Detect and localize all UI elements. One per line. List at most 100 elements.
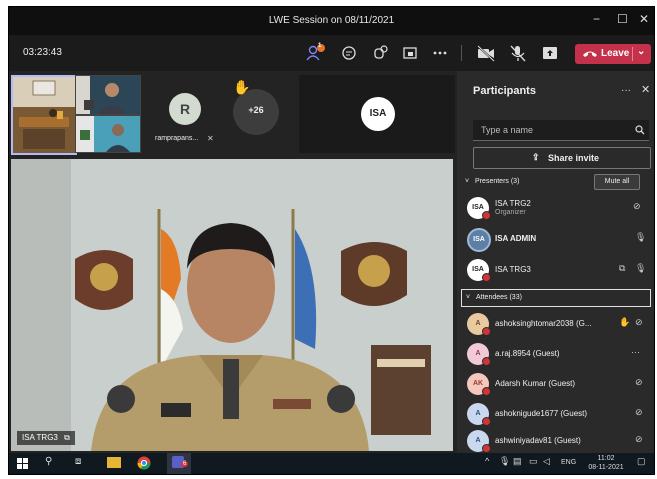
- title-bar: LWE Session on 08/11/2021 − ☐ ✕: [9, 7, 654, 35]
- status-dot: [482, 357, 491, 366]
- toolbar-divider: [461, 45, 462, 61]
- panel-close-icon[interactable]: ✕: [641, 83, 650, 96]
- chevron-down-icon: ˅: [466, 294, 471, 301]
- participants-panel: Participants ··· ✕ Type a name ⇪ Share i…: [457, 71, 654, 453]
- maximize-button[interactable]: ☐: [617, 12, 628, 26]
- volume-icon[interactable]: ◁: [543, 456, 550, 467]
- chevron-down-icon[interactable]: ⌄: [637, 46, 645, 57]
- overflow-participants[interactable]: ✋ +26: [233, 79, 279, 135]
- avatar-tile-ramprapans[interactable]: R ramprapans... ✕: [151, 75, 221, 153]
- people-badge: 1: [318, 43, 322, 49]
- leave-button[interactable]: Leave ⌄: [575, 44, 651, 64]
- status-dot: [482, 273, 491, 282]
- teams-badge: 6: [181, 461, 189, 467]
- windows-start-icon[interactable]: [17, 458, 28, 469]
- panel-title: Participants: [473, 85, 536, 97]
- leave-separator: [632, 47, 633, 61]
- participant-role: Organizer: [495, 209, 526, 216]
- participant-name: ashwiniyadav81 (Guest): [495, 436, 581, 445]
- task-view-icon[interactable]: ⧈: [75, 456, 81, 467]
- participant-thumbnail-person[interactable]: [75, 75, 141, 115]
- participant-row[interactable]: ISA ISA ADMIN 🎙: [467, 226, 647, 254]
- mic-off-icon: ⊘: [635, 434, 643, 444]
- display-icon[interactable]: ▭: [529, 456, 538, 467]
- share-invite-label: Share invite: [548, 153, 600, 163]
- mic-tray-icon: 🎙: [499, 456, 511, 466]
- screen-share-icon: ⧉: [619, 263, 626, 273]
- participant-thumbnail-room[interactable]: [11, 75, 77, 155]
- share-screen-icon[interactable]: [539, 43, 561, 63]
- mic-off-icon[interactable]: [507, 43, 529, 63]
- participant-name: ashoknigude1677 (Guest): [495, 409, 588, 418]
- mic-off-icon: ⊘: [635, 377, 643, 387]
- search-placeholder: Type a name: [481, 125, 534, 135]
- network-icon[interactable]: ▤: [513, 456, 522, 467]
- leave-label: Leave: [601, 48, 630, 59]
- room-video-image: [13, 77, 75, 153]
- search-icon: [635, 125, 645, 135]
- camera-off-icon[interactable]: [475, 43, 497, 63]
- participant-row[interactable]: ISA ISA TRG3 ⧉ 🎙: [467, 257, 647, 285]
- isa-tile[interactable]: ISA: [299, 75, 455, 153]
- participant-row[interactable]: A ashoksinghtomar2038 (G... ✋ ⊘: [467, 311, 647, 339]
- mic-off-icon: ✕: [207, 134, 214, 143]
- chevron-up-icon[interactable]: ^: [485, 456, 489, 466]
- mic-icon: 🎙: [635, 263, 647, 273]
- chat-icon[interactable]: [339, 43, 361, 63]
- participant-name: Adarsh Kumar (Guest): [495, 379, 576, 388]
- share-invite-button[interactable]: ⇪ Share invite: [473, 147, 651, 169]
- search-icon[interactable]: ⚲: [45, 456, 52, 467]
- attendees-section-header[interactable]: ˅ Attendees (33): [461, 289, 651, 307]
- presenters-label: Presenters (3): [475, 178, 520, 185]
- participant-row[interactable]: A ashoknigude1677 (Guest) ⊘: [467, 401, 647, 429]
- status-dot: [482, 387, 491, 396]
- close-button[interactable]: ✕: [639, 12, 649, 26]
- attendees-label: Attendees (33): [476, 294, 522, 301]
- meeting-timer: 03:23:43: [23, 47, 62, 58]
- participant-row[interactable]: ISA ISA TRG2 Organizer ⊘: [467, 195, 647, 223]
- mic-icon: 🎙: [635, 232, 647, 242]
- windows-taskbar: ⚲ ⧈ 6 ^ 🎙 ▤ ▭ ◁ ENG 11:02 08-11-2021 ▢: [9, 453, 654, 474]
- clock-date: 08-11-2021: [588, 464, 624, 471]
- speaker-name: ISA TRG3: [22, 433, 58, 442]
- participant-name: ashoksinghtomar2038 (G...: [495, 319, 592, 328]
- participant-search-input[interactable]: Type a name: [473, 120, 649, 141]
- mute-all-button[interactable]: Mute all: [594, 174, 640, 190]
- chrome-icon[interactable]: [137, 456, 151, 470]
- teams-app[interactable]: 6: [167, 453, 191, 474]
- minimize-button[interactable]: −: [593, 12, 600, 26]
- participant-name: ramprapans...: [155, 135, 199, 142]
- phone-hangup-icon: [583, 51, 597, 57]
- overflow-count: +26: [248, 105, 264, 115]
- rooms-icon[interactable]: [399, 43, 421, 63]
- person-video-image: [76, 76, 140, 114]
- share-invite-icon: ⇪: [532, 152, 540, 162]
- file-explorer-icon[interactable]: [107, 457, 121, 468]
- language-indicator[interactable]: ENG: [561, 459, 576, 466]
- participant-row[interactable]: A a.raj.8954 (Guest) ···: [467, 341, 647, 369]
- participant-name: ISA TRG3: [495, 265, 531, 274]
- raised-hand-icon: ✋: [619, 317, 631, 327]
- raised-hand-icon: ✋: [233, 79, 251, 95]
- panel-more-icon[interactable]: ···: [621, 85, 631, 96]
- main-video: ISA TRG3 ⧉: [11, 159, 453, 451]
- window-title: LWE Session on 08/11/2021: [268, 15, 395, 26]
- participant-thumbnail-teal[interactable]: [75, 115, 141, 153]
- participant-name: ISA ADMIN: [495, 234, 537, 243]
- participant-row[interactable]: AK Adarsh Kumar (Guest) ⊘: [467, 371, 647, 399]
- mic-off-icon: ⊘: [633, 201, 641, 211]
- more-options-icon[interactable]: ···: [631, 347, 640, 357]
- avatar: R: [169, 93, 201, 125]
- notification-icon[interactable]: ▢: [637, 456, 646, 467]
- people-icon[interactable]: 1: [305, 43, 327, 63]
- participant-row[interactable]: A ashwiniyadav81 (Guest) ⊘: [467, 428, 647, 456]
- more-actions-icon[interactable]: [429, 43, 451, 63]
- presenters-section-header[interactable]: ˅ Presenters (3): [465, 178, 519, 185]
- clock[interactable]: 11:02 08-11-2021: [586, 454, 626, 472]
- mic-off-icon: ⊘: [635, 407, 643, 417]
- participant-name: a.raj.8954 (Guest): [495, 349, 560, 358]
- screen-share-icon: ⧉: [64, 433, 70, 442]
- reactions-icon[interactable]: [369, 43, 391, 63]
- participant-avatar: ISA: [467, 228, 491, 252]
- video-stage: R ramprapans... ✕ ✋ +26 ISA ISA TRG3 ⧉: [9, 71, 457, 453]
